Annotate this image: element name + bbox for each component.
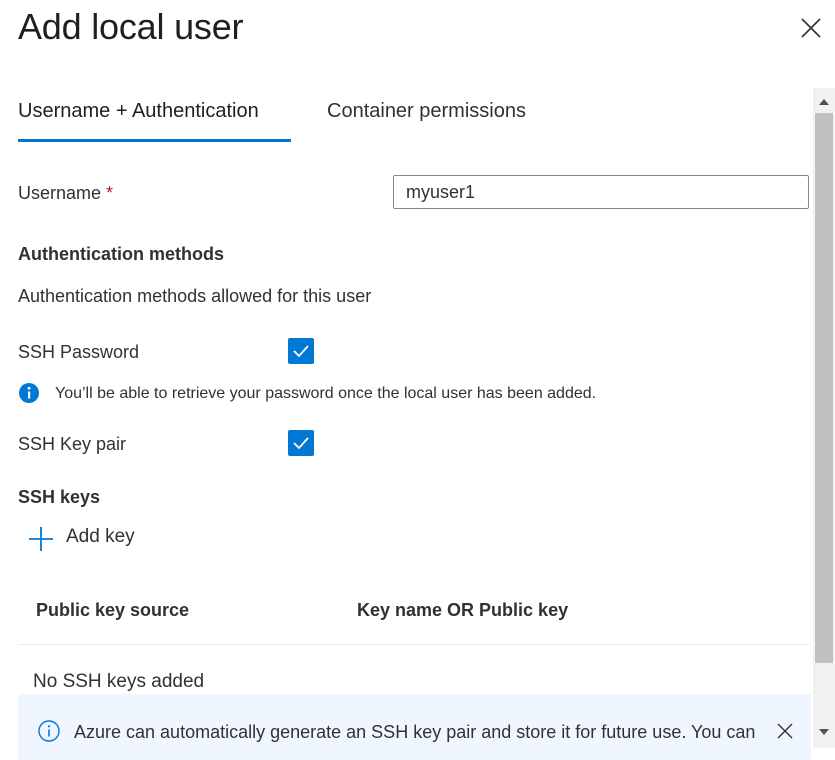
close-button[interactable]: [797, 14, 825, 42]
required-marker: *: [106, 183, 114, 203]
password-info-text: You’ll be able to retrieve your password…: [55, 385, 597, 402]
scrollbar[interactable]: [813, 88, 835, 748]
ssh-keys-heading: SSH keys: [18, 487, 101, 507]
info-bar-text: Azure can automatically generate an SSH …: [74, 722, 756, 742]
plus-icon: [29, 527, 53, 551]
active-tab-indicator: [18, 139, 291, 142]
panel-title: Add local user: [18, 6, 244, 47]
ssh-keypair-label: SSH Key pair: [18, 434, 127, 454]
username-label-text: Username: [18, 183, 102, 203]
username-input[interactable]: [393, 175, 809, 209]
close-icon: [801, 18, 821, 38]
authentication-methods-description: Authentication methods allowed for this …: [18, 286, 372, 306]
column-header-public-key-source: Public key source: [36, 600, 190, 620]
ssh-password-label: SSH Password: [18, 342, 140, 362]
ssh-password-checkbox[interactable]: [288, 338, 314, 364]
info-icon: [38, 720, 60, 742]
scroll-up-arrow-icon[interactable]: [817, 95, 831, 107]
dismiss-icon[interactable]: [776, 722, 794, 740]
checkmark-icon: [293, 437, 309, 450]
tab-container-permissions[interactable]: Container permissions: [327, 100, 526, 123]
ssh-keypair-checkbox[interactable]: [288, 430, 314, 456]
scrollbar-thumb[interactable]: [815, 113, 833, 663]
add-key-label: Add key: [66, 526, 135, 547]
ssh-keys-table-header: Public key source Key name OR Public key: [18, 592, 810, 645]
tab-username-authentication[interactable]: Username + Authentication: [18, 100, 259, 123]
empty-table-message: No SSH keys added: [33, 671, 205, 692]
column-header-key-name: Key name OR Public key: [357, 600, 569, 620]
username-label: Username *: [18, 183, 113, 204]
info-icon: [19, 383, 39, 403]
authentication-methods-heading: Authentication methods: [18, 244, 224, 264]
info-message-bar: Azure can automatically generate an SSH …: [18, 694, 811, 760]
scroll-down-arrow-icon[interactable]: [817, 726, 831, 738]
checkmark-icon: [293, 345, 309, 358]
